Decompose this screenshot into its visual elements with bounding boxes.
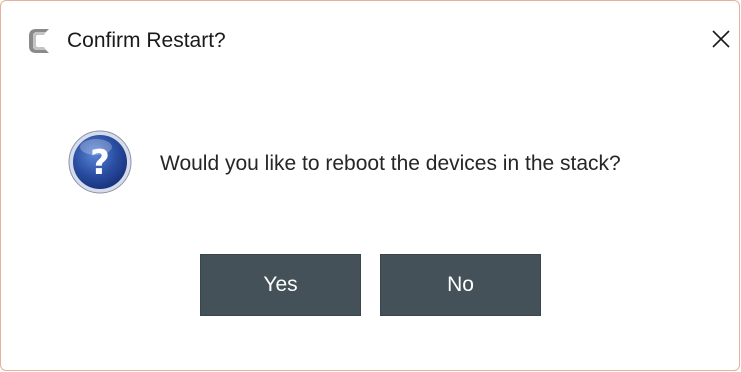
no-button-label: No — [447, 273, 474, 296]
dialog-title: Confirm Restart? — [67, 29, 226, 52]
confirm-restart-dialog: Confirm Restart? ? Would you like to reb… — [0, 0, 740, 371]
question-icon: ? — [67, 129, 133, 195]
yes-button[interactable]: Yes — [200, 254, 361, 316]
svg-text:?: ? — [90, 143, 110, 183]
no-button[interactable]: No — [380, 254, 541, 316]
close-button[interactable] — [701, 19, 741, 59]
c-logo-icon — [25, 25, 57, 57]
close-icon — [712, 30, 730, 48]
dialog-message: Would you like to reboot the devices in … — [160, 152, 621, 175]
dialog-titlebar: Confirm Restart? — [1, 1, 739, 81]
yes-button-label: Yes — [263, 273, 298, 296]
